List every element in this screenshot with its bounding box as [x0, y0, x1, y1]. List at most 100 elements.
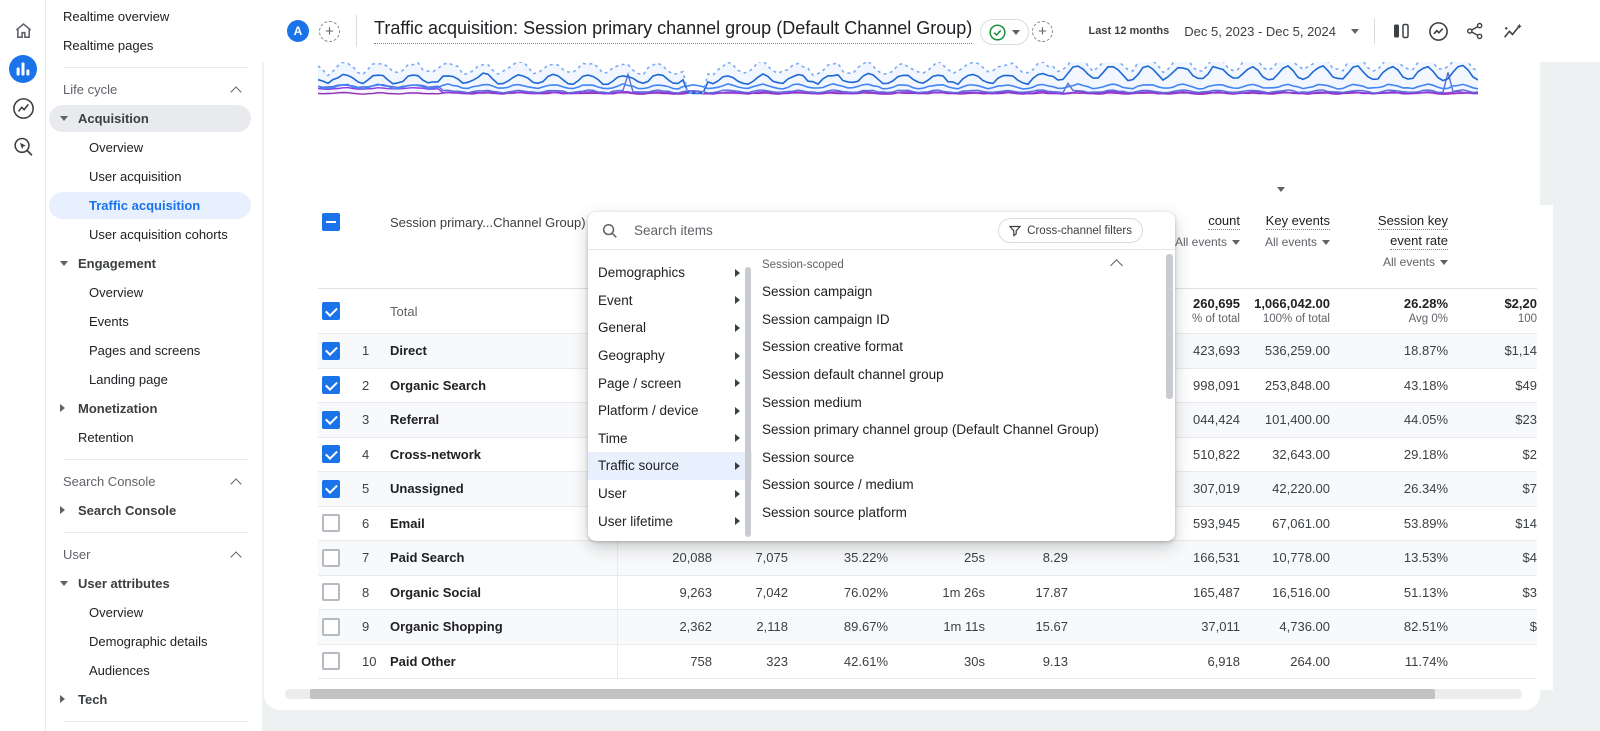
menu-item-session-default-channel-group[interactable]: Session default channel group [752, 361, 1175, 389]
menu-item-session-campaign[interactable]: Session campaign [752, 278, 1175, 306]
sidebar-item-engagement[interactable]: Engagement [46, 249, 262, 278]
row-checkbox[interactable] [322, 342, 340, 360]
dimension-search-input[interactable] [632, 222, 984, 239]
menu-category-general[interactable]: General [588, 314, 752, 342]
sidebar-item-acquisition[interactable]: Acquisition [46, 104, 262, 133]
row-checkbox[interactable] [322, 549, 340, 567]
row-checkbox[interactable] [322, 376, 340, 394]
dimension-header[interactable]: Session primary...Channel Group) [390, 215, 602, 230]
add-report-tab-button[interactable]: + [1032, 21, 1053, 42]
sidebar-item-overview[interactable]: Overview [46, 598, 262, 627]
row-checkbox[interactable] [322, 213, 340, 231]
chevron-up-icon[interactable] [230, 86, 241, 97]
add-comparison-button[interactable]: + [319, 21, 340, 42]
check-circle-icon [989, 24, 1006, 41]
sidebar-item-user[interactable]: User [46, 540, 262, 569]
intelligence-icon[interactable] [1501, 20, 1523, 42]
metric-event-selector[interactable]: All events [1265, 235, 1330, 249]
advertising-icon[interactable] [8, 93, 38, 123]
insights-icon[interactable] [1427, 20, 1449, 42]
sidebar-item-retention[interactable]: Retention [46, 423, 262, 452]
menu-category-page-screen[interactable]: Page / screen [588, 369, 752, 397]
sidebar-item-user-acquisition[interactable]: User acquisition [46, 162, 262, 191]
caret-right-icon[interactable] [60, 695, 65, 703]
row-checkbox[interactable] [322, 583, 340, 601]
menu-item-session-campaign-id[interactable]: Session campaign ID [752, 306, 1175, 334]
menu-item-session-source-platform[interactable]: Session source platform [752, 499, 1175, 527]
category-list-scrollbar[interactable] [745, 267, 751, 537]
explore-icon[interactable] [8, 132, 38, 162]
menu-category-demographics[interactable]: Demographics [588, 259, 752, 287]
sidebar-item-overview[interactable]: Overview [46, 278, 262, 307]
caret-right-icon[interactable] [60, 506, 65, 514]
metric-header-label[interactable]: Session key [1378, 213, 1448, 230]
reports-icon[interactable] [8, 54, 38, 84]
sidebar-item-search-console[interactable]: Search Console [46, 467, 262, 496]
menu-category-platform-device[interactable]: Platform / device [588, 397, 752, 425]
caret-right-icon[interactable] [60, 404, 65, 412]
menu-category-time[interactable]: Time [588, 425, 752, 453]
home-icon[interactable] [8, 15, 38, 45]
metric-header-label[interactable]: count [1208, 213, 1240, 230]
report-status-badge[interactable] [980, 19, 1029, 45]
sidebar-item-traffic-acquisition[interactable]: Traffic acquisition [46, 191, 262, 220]
collapse-group-icon[interactable] [1110, 259, 1123, 272]
sidebar-item-realtime-overview[interactable]: Realtime overview [46, 2, 262, 31]
caret-down-icon[interactable] [60, 116, 68, 121]
sidebar-item-events[interactable]: Events [46, 307, 262, 336]
horizontal-scrollbar-thumb[interactable] [310, 689, 1435, 699]
nav-divider [63, 459, 248, 460]
sidebar-item-landing-page[interactable]: Landing page [46, 365, 262, 394]
metric-header-label[interactable]: event rate [1390, 233, 1448, 250]
sidebar-item-user-attributes[interactable]: User attributes [46, 569, 262, 598]
rows-per-page-chevron-icon[interactable] [1277, 187, 1285, 192]
sidebar-item-monetization[interactable]: Monetization [46, 394, 262, 423]
date-range-chevron-icon[interactable] [1351, 29, 1359, 34]
sidebar-item-user-acquisition-cohorts[interactable]: User acquisition cohorts [46, 220, 262, 249]
metric-cell: $14 [1448, 516, 1537, 531]
menu-category-user-lifetime[interactable]: User lifetime [588, 507, 752, 535]
caret-down-icon[interactable] [60, 261, 68, 266]
cross-channel-filters-chip[interactable]: Cross-channel filters [998, 218, 1143, 243]
menu-item-session-medium[interactable]: Session medium [752, 388, 1175, 416]
comparison-icon[interactable] [1390, 20, 1412, 42]
menu-category-custom[interactable]: Custom [588, 250, 752, 259]
metric-cell: 42,220.00 [1240, 481, 1330, 496]
menu-item-session-source-medium[interactable]: Session source / medium [752, 471, 1175, 499]
chevron-up-icon[interactable] [230, 551, 241, 562]
row-checkbox[interactable] [322, 514, 340, 532]
date-range-value[interactable]: Dec 5, 2023 - Dec 5, 2024 [1184, 24, 1336, 39]
row-checkbox[interactable] [322, 618, 340, 636]
avatar[interactable]: A [287, 20, 309, 42]
menu-category-traffic-source[interactable]: Traffic source [588, 452, 752, 480]
sidebar-item-realtime-pages[interactable]: Realtime pages [46, 31, 262, 60]
row-checkbox[interactable] [322, 411, 340, 429]
chevron-up-icon[interactable] [230, 478, 241, 489]
row-checkbox[interactable] [322, 302, 340, 320]
menu-category-geography[interactable]: Geography [588, 342, 752, 370]
sidebar-item-pages-and-screens[interactable]: Pages and screens [46, 336, 262, 365]
sidebar-item-tech[interactable]: Tech [46, 685, 262, 714]
sidebar-item-demographic-details[interactable]: Demographic details [46, 627, 262, 656]
dimension-item-list: Session-scoped Session campaignSession c… [752, 250, 1175, 541]
report-title[interactable]: Traffic acquisition: Session primary cha… [374, 18, 972, 44]
vertical-scrollbar-track[interactable] [1540, 205, 1553, 690]
caret-down-icon[interactable] [60, 581, 68, 586]
row-checkbox[interactable] [322, 652, 340, 670]
sidebar-item-audiences[interactable]: Audiences [46, 656, 262, 685]
metric-event-selector[interactable]: All events [1175, 235, 1240, 249]
item-list-scrollbar[interactable] [1166, 254, 1173, 399]
menu-item-session-source[interactable]: Session source [752, 444, 1175, 472]
share-icon[interactable] [1464, 20, 1486, 42]
menu-item-session-primary-channel-group-default-channel-group-[interactable]: Session primary channel group (Default C… [752, 416, 1175, 444]
menu-item-session-creative-format[interactable]: Session creative format [752, 333, 1175, 361]
sidebar-item-overview[interactable]: Overview [46, 133, 262, 162]
row-checkbox[interactable] [322, 445, 340, 463]
metric-event-selector[interactable]: All events [1383, 255, 1448, 269]
row-checkbox[interactable] [322, 480, 340, 498]
menu-category-user[interactable]: User [588, 480, 752, 508]
sidebar-item-life-cycle[interactable]: Life cycle [46, 75, 262, 104]
menu-category-event[interactable]: Event [588, 287, 752, 315]
metric-header-label[interactable]: Key events [1266, 213, 1330, 230]
sidebar-item-search-console[interactable]: Search Console [46, 496, 262, 525]
